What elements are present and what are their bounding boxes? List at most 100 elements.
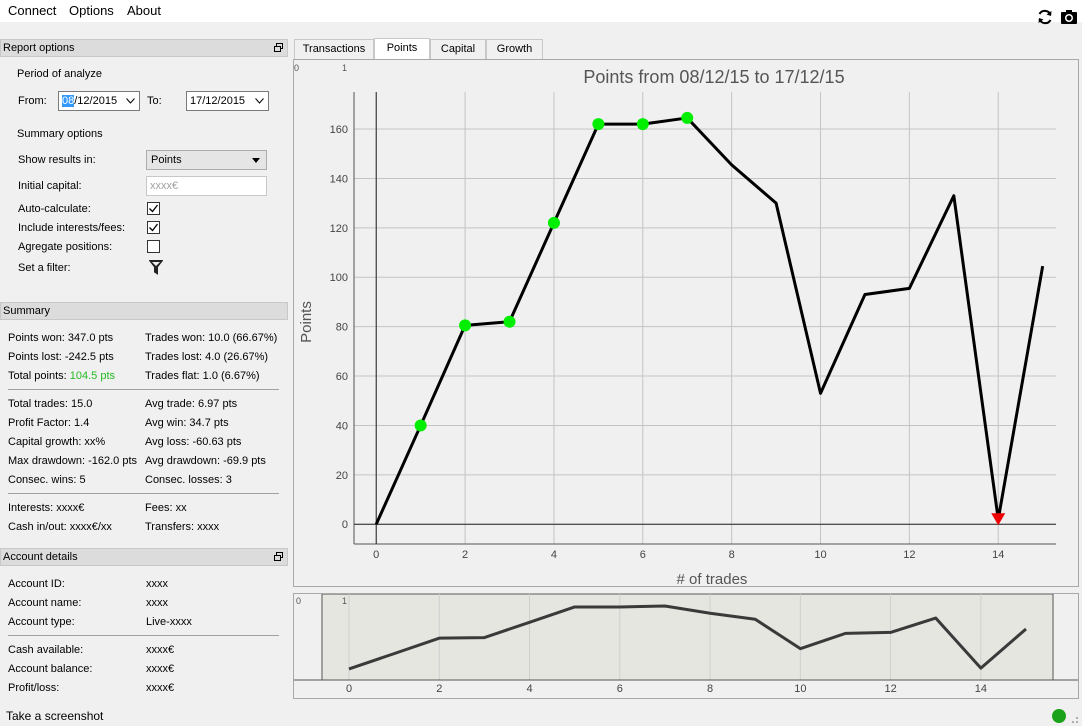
account-balance-label: Account balance: [8, 663, 93, 675]
win-marker [459, 319, 472, 332]
chevron-down-icon [255, 98, 264, 104]
account-id-label: Account ID: [8, 578, 65, 590]
tab-capital[interactable]: Capital [430, 39, 486, 59]
period-label: Period of analyze [17, 68, 102, 80]
account-name-label: Account name: [8, 597, 82, 609]
y-tick-label: 120 [330, 223, 348, 235]
total-trades: Total trades: 15.0 [8, 398, 93, 410]
account-details-title: Account details [0, 548, 288, 566]
overview-x-tick-label: 12 [884, 683, 896, 695]
win-marker [414, 419, 427, 432]
overview-corner-label-1: 1 [342, 596, 347, 606]
resize-grip-icon[interactable] [1069, 714, 1079, 724]
tab-label: Capital [440, 43, 476, 55]
corner-label-1: 1 [342, 63, 347, 73]
y-tick-label: 160 [330, 124, 348, 136]
show-results-value: Points [151, 154, 182, 166]
y-tick-label: 80 [336, 322, 348, 334]
divider [8, 635, 279, 636]
trades-flat: Trades flat: 1.0 (6.67%) [145, 370, 260, 382]
points-chart-frame: 0 2 4 6 8 10 12 14 0 20 40 60 80 100 120 140 160 Points … [293, 59, 1079, 588]
initial-capital-input[interactable]: xxxx€ [146, 176, 267, 196]
points-lost: Points lost: -242.5 pts [8, 351, 114, 363]
summary-title: Summary [0, 302, 288, 320]
overview-chart-frame: 0 2 4 6 8 10 12 14 0 1 [293, 593, 1079, 699]
avg-drawdown: Avg drawdown: -69.9 pts [145, 455, 266, 467]
win-marker [592, 118, 605, 131]
menu-connect[interactable]: Connect [6, 2, 58, 19]
overview-ticks: 0 2 4 6 8 10 12 14 [346, 683, 987, 695]
account-details-title-text: Account details [3, 551, 78, 563]
avg-win: Avg win: 34.7 pts [145, 417, 229, 429]
max-drawdown: Max drawdown: -162.0 pts [8, 455, 138, 467]
x-tick-label: 8 [729, 549, 735, 561]
x-tick-label: 6 [640, 549, 646, 561]
points-chart[interactable]: 0 2 4 6 8 10 12 14020406080100120140160 Points … [294, 60, 1078, 588]
auto-calc-checkbox[interactable] [147, 202, 160, 215]
y-tick-label: 0 [342, 519, 348, 531]
summary-options-label: Summary options [17, 128, 103, 140]
tab-growth[interactable]: Growth [486, 39, 543, 59]
overview-x-tick-label: 2 [436, 683, 442, 695]
status-text: Take a screenshot [6, 709, 104, 723]
x-tick-label: 4 [551, 549, 557, 561]
y-tick-label: 40 [336, 420, 348, 432]
dropdown-arrow-icon [252, 158, 260, 163]
checkmark-icon [149, 223, 158, 232]
filter-icon[interactable] [149, 260, 163, 275]
overview-x-tick-label: 4 [526, 683, 532, 695]
divider [8, 493, 279, 494]
include-fees-label: Include interests/fees: [18, 222, 126, 234]
overview-x-tick-label: 10 [794, 683, 806, 695]
consec-wins: Consec. wins: 5 [8, 474, 86, 486]
report-options-title-text: Report options [3, 42, 75, 54]
menu-options[interactable]: Options [67, 2, 116, 19]
refresh-icon[interactable] [1036, 8, 1054, 26]
cash-available-value: xxxx€ [146, 644, 175, 656]
overview-corner-label-0: 0 [296, 596, 301, 606]
x-tick-label: 14 [992, 549, 1004, 561]
show-results-select[interactable]: Points [146, 150, 267, 170]
profit-loss-label: Profit/loss: [8, 682, 60, 694]
overview-chart[interactable]: 0 2 4 6 8 10 12 14 0 1 [294, 593, 1078, 698]
tab-transactions[interactable]: Transactions [294, 39, 374, 59]
chart-grid [354, 92, 1056, 544]
status-bar: Take a screenshot [0, 704, 1082, 726]
auto-calc-label: Auto-calculate: [18, 203, 91, 215]
interests: Interests: xxxx€ [8, 502, 85, 514]
plot-area [354, 92, 1056, 544]
include-fees-checkbox[interactable] [147, 221, 160, 234]
to-label: To: [147, 95, 162, 107]
float-icon[interactable] [274, 552, 283, 561]
aggregate-checkbox[interactable] [147, 240, 160, 253]
overview-x-tick-label: 0 [346, 683, 352, 695]
tab-label: Transactions [302, 43, 366, 55]
fees: Fees: xx [145, 502, 187, 514]
cash-inout: Cash in/out: xxxx€/xx [8, 521, 112, 533]
overview-x-tick-label: 8 [707, 683, 713, 695]
avg-loss: Avg loss: -60.63 pts [145, 436, 242, 448]
to-date-input[interactable]: 17/12/2015 [186, 91, 269, 111]
account-id-value: xxxx [146, 578, 168, 590]
x-tick-label: 2 [462, 549, 468, 561]
camera-icon[interactable] [1060, 8, 1078, 26]
total-points-value: 104.5 pts [69, 370, 116, 382]
x-tick-label: 12 [903, 549, 915, 561]
overview-range-window [321, 593, 1054, 681]
float-icon[interactable] [274, 43, 283, 52]
total-points-label: Total points: [8, 370, 70, 382]
tab-label: Growth [496, 43, 533, 55]
menu-about[interactable]: About [125, 2, 163, 19]
tab-points[interactable]: Points [374, 38, 430, 60]
y-tick-label: 60 [336, 371, 348, 383]
win-marker [547, 216, 560, 229]
account-name-value: xxxx [146, 597, 168, 609]
from-date-input[interactable]: 08/12/2015 [58, 91, 140, 111]
to-date-value: 17/12/2015 [190, 95, 246, 107]
connection-status-icon [1052, 709, 1066, 723]
x-tick-label: 0 [373, 549, 379, 561]
transfers: Transfers: xxxx [145, 521, 220, 533]
chart-title: Points from 08/12/15 to 17/12/15 [583, 67, 844, 87]
total-points: Total points: 104.5 pts [8, 370, 115, 382]
initial-capital-placeholder: xxxx€ [150, 180, 179, 192]
